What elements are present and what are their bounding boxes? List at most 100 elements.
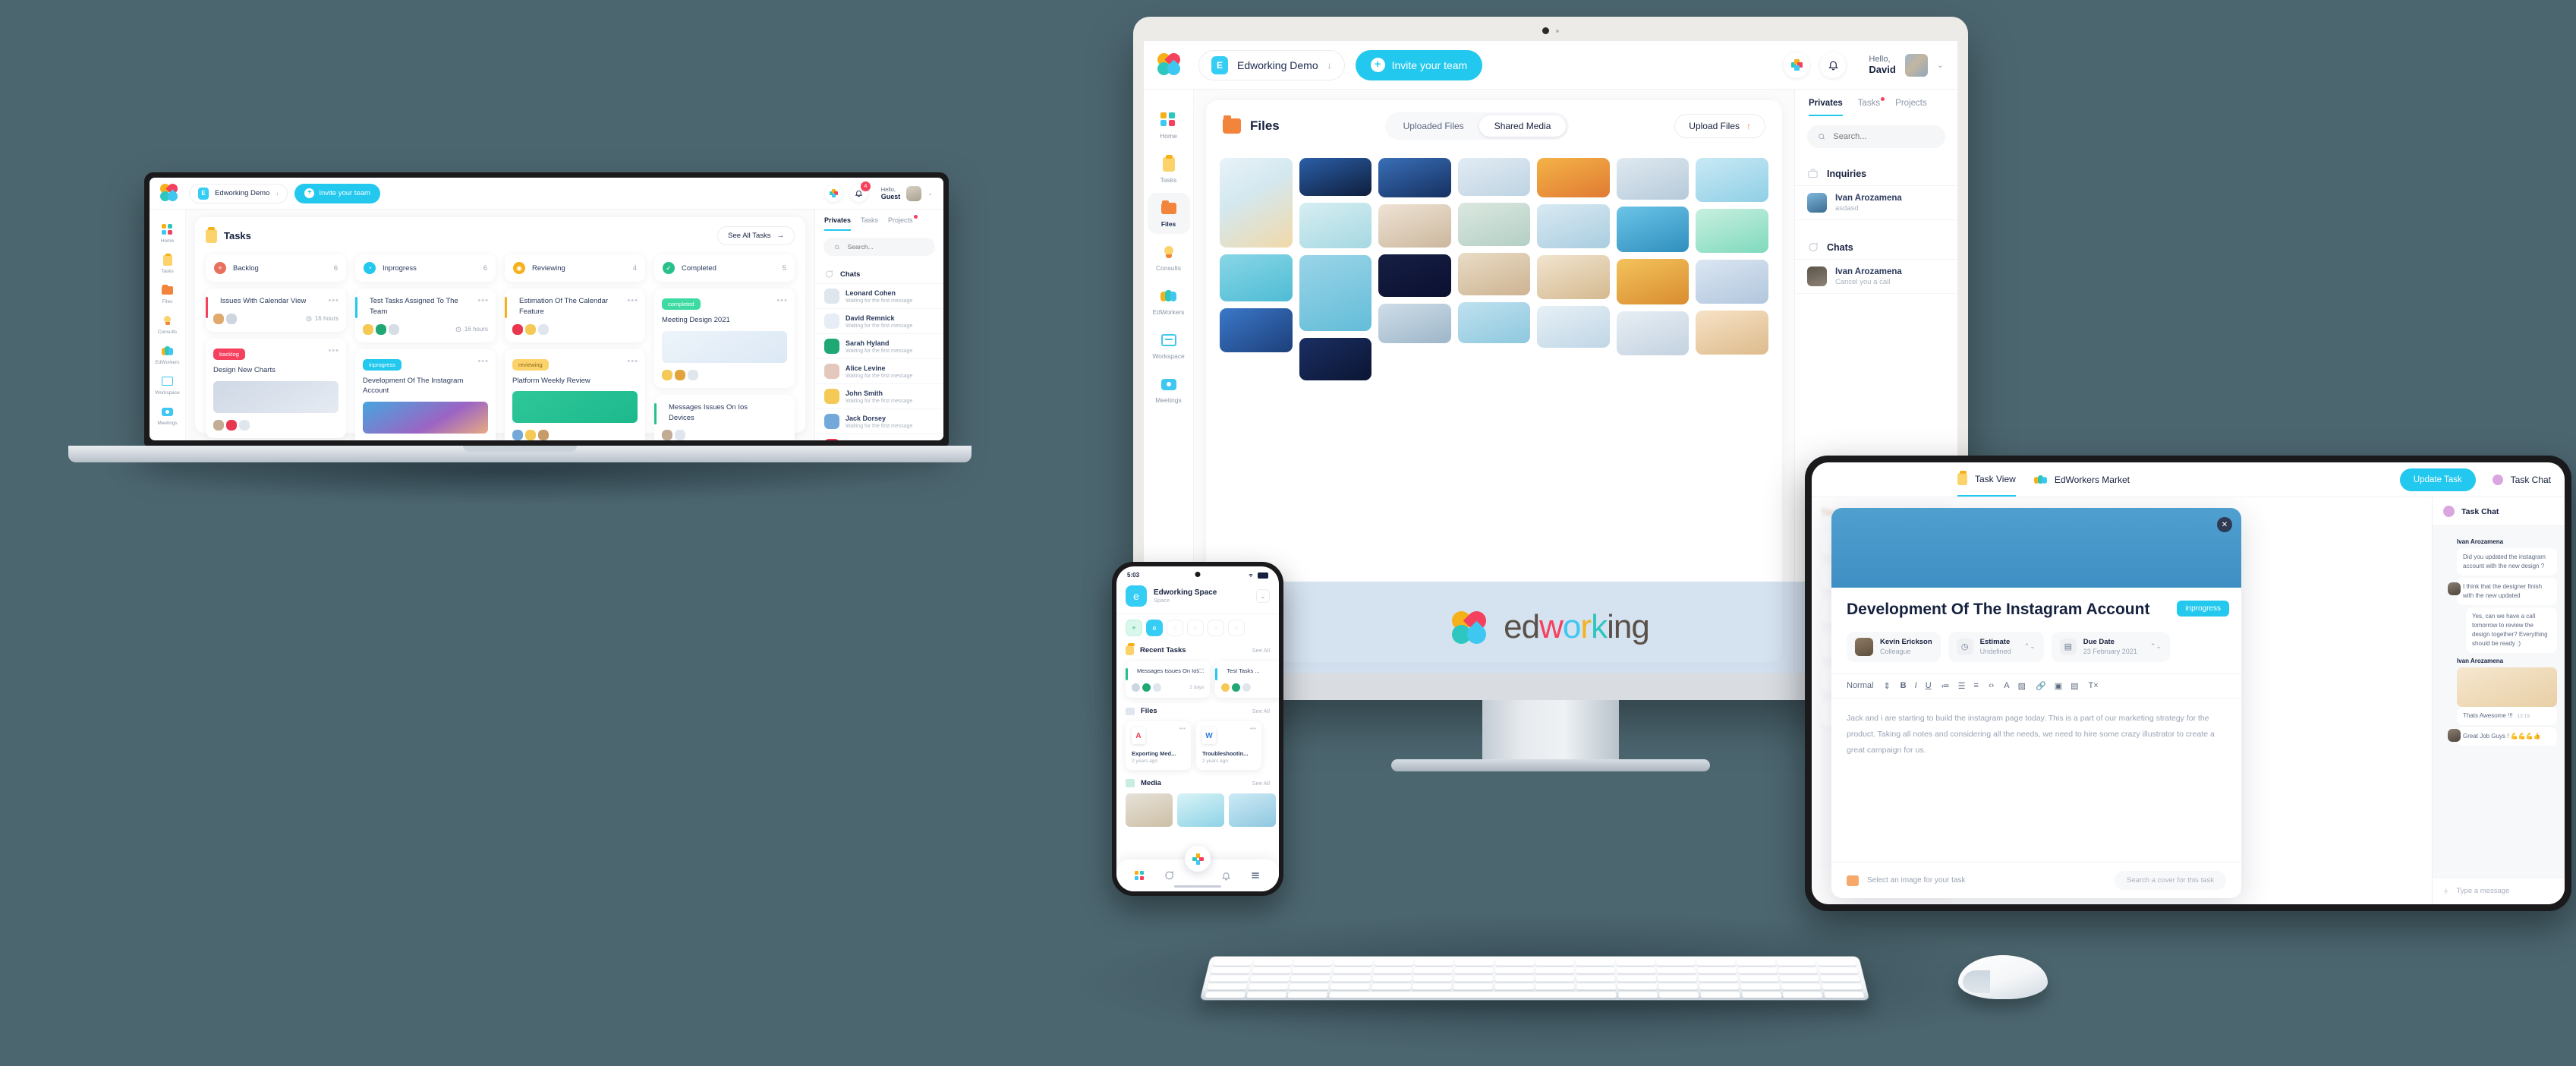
files-scroller[interactable]: ••• A Exporting Med... 2 years ago ••• W… [1116,719,1279,775]
media-tile[interactable] [1457,158,1531,196]
card-menu-icon[interactable]: ••• [477,357,489,366]
media-tile[interactable] [1616,158,1690,200]
task-card[interactable]: ••• Messages Issues On Ios... 2 days [1126,661,1211,698]
clear-format-icon[interactable]: T× [2089,681,2099,690]
panel-search[interactable] [1807,125,1945,148]
sidebar-item-tasks[interactable]: Tasks [152,249,184,278]
stepper-icon[interactable]: ⌃⌄ [2024,642,2036,651]
select-image-label[interactable]: Select an image for your task [1867,876,1966,885]
image-icon[interactable]: ▣ [2055,681,2062,691]
list-item[interactable]: Estefania CarltonWaiting for the first m… [815,434,943,440]
cover-search-input[interactable]: Search a cover for this task [2114,871,2226,890]
tab-tasks[interactable]: Tasks [861,216,878,231]
text-color-icon[interactable]: A [2004,681,2009,691]
notifications-button[interactable]: 4 [849,181,871,202]
invite-team-button[interactable]: + Invite your team [294,183,380,203]
media-tile[interactable] [1299,158,1372,196]
media-tile[interactable] [1457,302,1531,343]
space-selector[interactable]: e Edworking Space Space ⌄ [1116,580,1279,614]
media-tile[interactable] [1378,204,1451,248]
workspace-selector[interactable]: E Edworking Demo ↓ [189,183,288,203]
card-menu-icon[interactable]: ••• [627,296,638,305]
space-chip-empty[interactable]: ○ [1187,620,1204,636]
sidebar-item-edworkers[interactable]: EdWorkers [1148,281,1190,322]
media-tile[interactable] [1537,306,1610,348]
chat-message-image[interactable] [2457,667,2557,707]
home-grid-icon[interactable] [1135,870,1145,881]
user-greeting[interactable]: Hello, David ⌄ [1856,53,1944,77]
search-input[interactable] [1833,132,1935,141]
media-tile[interactable] [1299,255,1372,331]
link-icon[interactable]: 🔗 [2036,681,2046,691]
plus-fab-icon[interactable] [1185,846,1211,872]
media-tile[interactable] [1616,311,1690,355]
files-view-segmented[interactable]: Uploaded Files Shared Media [1384,112,1570,140]
see-all-tasks-button[interactable]: See All Tasks → [717,226,795,245]
media-tile[interactable] [1177,793,1224,827]
message-input[interactable]: Type a message [2457,887,2510,895]
user-greeting[interactable]: Hello, Guest ⌄ [875,185,933,201]
card-menu-icon[interactable]: ••• [328,346,339,355]
italic-button[interactable]: I [1915,681,1917,690]
task-card[interactable]: ••• reviewing Platform Weekly Review [505,348,645,440]
ordered-list-icon[interactable]: ≔ [1941,681,1950,691]
sidebar-item-files[interactable]: Files [152,279,184,308]
sidebar-item-workspace[interactable]: Workspace [1148,325,1190,366]
media-tile[interactable] [1457,253,1531,295]
avatar[interactable] [1904,53,1928,77]
task-description[interactable]: Jack and i are starting to build the ins… [1831,699,2241,771]
list-item[interactable]: Ivan Arozamena Cancel you a call [1795,260,1957,294]
card-menu-icon[interactable]: ••• [776,296,788,305]
tab-uploaded-files[interactable]: Uploaded Files [1388,115,1479,137]
chat-bubble-icon[interactable] [1164,870,1174,881]
sidebar-item-home[interactable]: Home [1148,105,1190,146]
bell-icon[interactable] [1221,871,1231,881]
media-tile[interactable] [1616,259,1690,304]
chevron-down-icon[interactable]: ⌄ [1937,60,1944,70]
card-menu-icon[interactable]: ••• [627,357,638,366]
media-tile[interactable] [1299,203,1372,248]
media-tile[interactable] [1378,254,1451,297]
media-tile[interactable] [1378,304,1451,343]
notifications-button[interactable] [1820,52,1847,78]
space-chip-empty[interactable]: ○ [1167,620,1183,636]
task-card[interactable]: ••• backlog Design New Charts [206,338,346,438]
chevron-down-icon[interactable]: ⌄ [927,190,933,197]
tab-projects[interactable]: Projects [888,215,918,231]
sidebar-item-meetings[interactable]: Meetings [1148,369,1190,410]
media-tile[interactable] [1537,158,1610,197]
avatar[interactable] [906,185,922,201]
tab-edworkers-market[interactable]: EdWorkers Market [2033,475,2130,485]
tab-task-view[interactable]: Task View [1957,462,2016,497]
search-input[interactable] [847,243,924,251]
media-tile[interactable] [1220,254,1293,301]
panel-search[interactable] [824,238,935,256]
quick-add-button[interactable] [824,184,842,202]
file-card[interactable]: ••• W Troubleshootin... 2 years ago [1196,721,1261,770]
tab-privates[interactable]: Privates [1809,99,1843,116]
see-all-link[interactable]: See All [1252,780,1270,787]
file-card[interactable]: ••• A Exporting Med... 2 years ago [1126,721,1191,770]
see-all-link[interactable]: See All [1252,647,1270,654]
media-tile[interactable] [1616,207,1690,252]
stepper-icon[interactable]: ⌃⌄ [2150,642,2162,651]
media-tile[interactable] [1696,260,1768,304]
list-item[interactable]: Ivan Arozamena asdasd [1795,186,1957,220]
sidebar-item-tasks[interactable]: Tasks [1148,149,1190,190]
recent-tasks-scroller[interactable]: ••• Messages Issues On Ios... 2 days Tes… [1116,659,1279,703]
sidebar-item-edworkers[interactable]: EdWorkers [152,340,184,369]
estimate-chip[interactable]: ◷ Estimate Undefined ⌃⌄ [1948,631,2044,662]
sidebar-item-consults[interactable]: Consults [1148,237,1190,278]
sidebar-item-home[interactable]: Home [152,219,184,248]
update-task-button[interactable]: Update Task [2399,468,2476,491]
quick-add-button[interactable] [1784,52,1810,78]
media-tile[interactable] [1696,158,1768,202]
close-icon[interactable]: ✕ [2217,517,2232,532]
list-item[interactable]: John Smith Waiting for the first message [815,384,943,409]
list-item[interactable]: Leonard Cohen Waiting for the first messa… [815,284,943,309]
workspace-selector[interactable]: E Edworking Demo ↓ [1198,49,1345,80]
media-tile[interactable] [1220,158,1293,248]
video-icon[interactable]: ▤ [2071,681,2078,691]
menu-icon[interactable] [1250,870,1261,881]
media-tile[interactable] [1229,793,1276,827]
